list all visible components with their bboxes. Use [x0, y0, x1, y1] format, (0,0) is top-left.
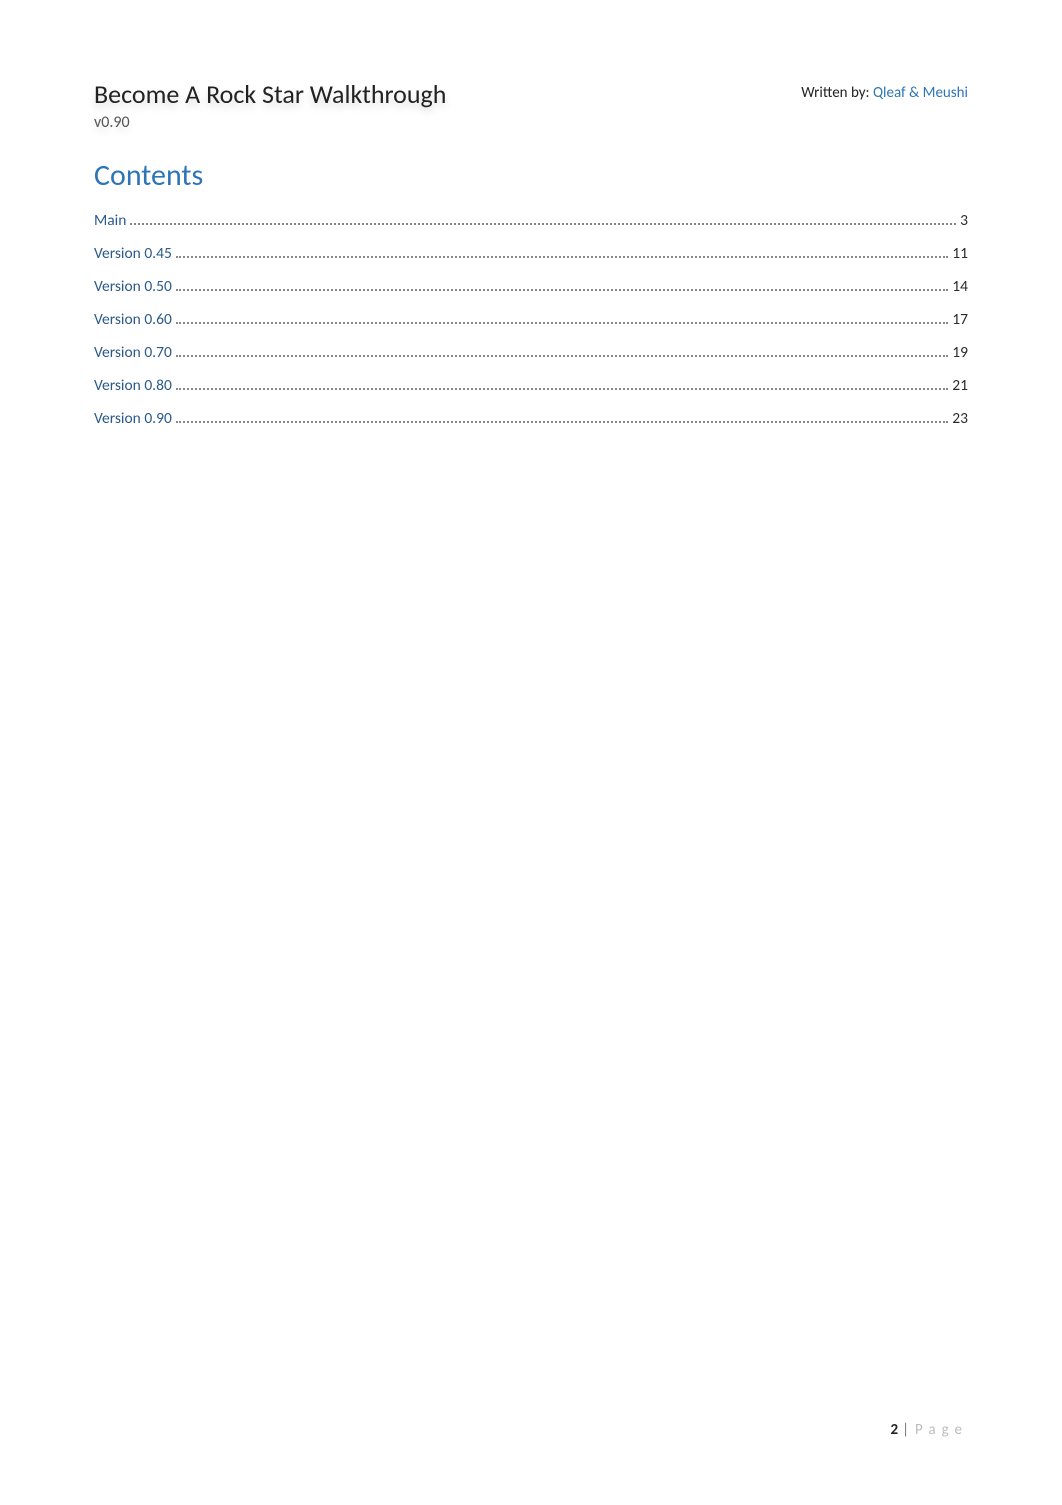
- toc-page-number: 14: [952, 277, 968, 296]
- footer-page-word: Page: [915, 1421, 968, 1439]
- document-version: v0.90: [94, 113, 446, 133]
- written-by-label: Written by:: [801, 84, 873, 102]
- toc-entry[interactable]: Version 0.50 14: [94, 270, 968, 303]
- toc-leader-dots: [176, 388, 948, 390]
- toc-label: Version 0.90: [94, 409, 172, 428]
- toc-label: Version 0.80: [94, 376, 172, 395]
- toc-label: Version 0.45: [94, 244, 172, 263]
- toc-leader-dots: [176, 355, 948, 357]
- toc-entry[interactable]: Main 3: [94, 204, 968, 237]
- toc-page-number: 11: [952, 244, 968, 263]
- toc-entry[interactable]: Version 0.45 11: [94, 237, 968, 270]
- title-block: Become A Rock Star Walkthrough v0.90: [94, 78, 446, 133]
- toc-entry[interactable]: Version 0.90 23: [94, 402, 968, 435]
- contents-heading: Contents: [94, 157, 968, 194]
- toc-entry[interactable]: Version 0.60 17: [94, 303, 968, 336]
- toc: Main 3 Version 0.45 11 Version 0.50 14 V…: [94, 204, 968, 435]
- footer-page-number: 2: [890, 1421, 898, 1439]
- authors: Qleaf & Meushi: [873, 84, 968, 102]
- footer-separator: |: [902, 1421, 909, 1439]
- byline: Written by: Qleaf & Meushi: [801, 84, 968, 102]
- document-header: Become A Rock Star Walkthrough v0.90 Wri…: [94, 78, 968, 133]
- toc-page-number: 3: [960, 211, 968, 230]
- toc-label: Version 0.50: [94, 277, 172, 296]
- toc-page-number: 21: [952, 376, 968, 395]
- toc-label: Version 0.70: [94, 343, 172, 362]
- toc-leader-dots: [176, 322, 948, 324]
- toc-leader-dots: [176, 421, 948, 423]
- toc-page-number: 23: [952, 409, 968, 428]
- page-footer: 2| Page: [890, 1421, 968, 1439]
- toc-entry[interactable]: Version 0.70 19: [94, 336, 968, 369]
- toc-leader-dots: [130, 223, 956, 225]
- toc-page-number: 17: [952, 310, 968, 329]
- toc-entry[interactable]: Version 0.80 21: [94, 369, 968, 402]
- toc-page-number: 19: [952, 343, 968, 362]
- toc-label: Version 0.60: [94, 310, 172, 329]
- document-title: Become A Rock Star Walkthrough: [94, 78, 446, 111]
- toc-leader-dots: [176, 289, 948, 291]
- toc-label: Main: [94, 211, 126, 230]
- toc-leader-dots: [176, 256, 948, 258]
